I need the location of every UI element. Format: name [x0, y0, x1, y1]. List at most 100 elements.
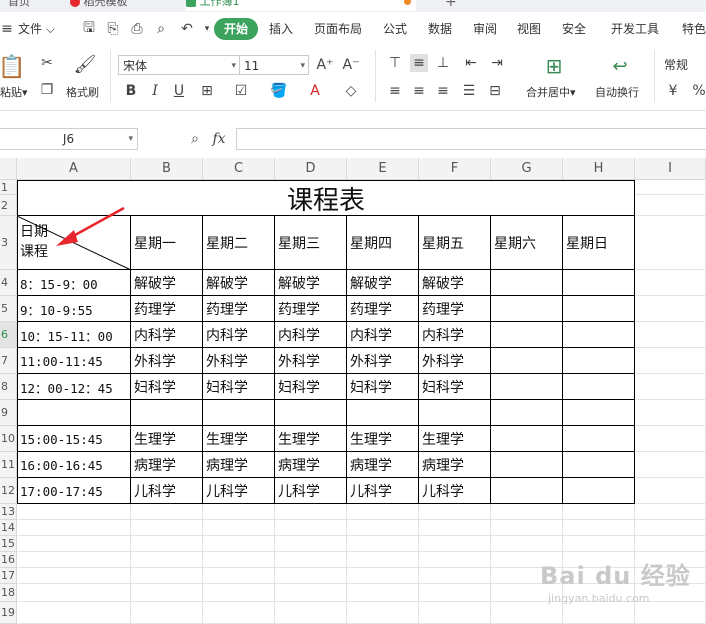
- course-cell[interactable]: 妇科学: [203, 374, 275, 400]
- course-cell[interactable]: [563, 322, 635, 348]
- clear-icon[interactable]: ◇: [342, 82, 360, 100]
- border-icon[interactable]: ⊞: [198, 82, 216, 100]
- course-cell[interactable]: [491, 452, 563, 478]
- merge-center-icon[interactable]: ⊞: [542, 54, 566, 78]
- course-cell[interactable]: 生理学: [347, 426, 419, 452]
- merge-center-button[interactable]: 合并居中▾: [526, 84, 576, 100]
- course-cell[interactable]: 儿科学: [203, 478, 275, 504]
- course-cell[interactable]: 儿科学: [347, 478, 419, 504]
- row-header[interactable]: 17: [0, 568, 17, 584]
- time-cell[interactable]: 8：15-9：00: [17, 270, 131, 296]
- formula-input[interactable]: [236, 128, 706, 150]
- column-header[interactable]: I: [635, 158, 706, 180]
- tab-templates[interactable]: 稻壳模板: [70, 0, 170, 11]
- course-cell[interactable]: 药理学: [347, 296, 419, 322]
- course-cell[interactable]: 内科学: [419, 322, 491, 348]
- course-cell[interactable]: 外科学: [275, 348, 347, 374]
- course-cell[interactable]: 病理学: [419, 452, 491, 478]
- column-header[interactable]: D: [275, 158, 347, 180]
- course-cell[interactable]: 解破学: [419, 270, 491, 296]
- course-cell[interactable]: 病理学: [347, 452, 419, 478]
- day-header[interactable]: 星期四: [347, 216, 419, 270]
- name-box[interactable]: J6 ▾: [0, 128, 138, 150]
- align-middle-icon[interactable]: ≡: [410, 54, 428, 72]
- row-header[interactable]: 18: [0, 584, 17, 602]
- course-cell[interactable]: 药理学: [275, 296, 347, 322]
- percent-icon[interactable]: %: [690, 82, 706, 100]
- export-icon[interactable]: ⎘: [104, 20, 122, 38]
- time-cell[interactable]: 17:00-17:45: [17, 478, 131, 504]
- column-header[interactable]: B: [131, 158, 203, 180]
- row-header[interactable]: 8: [0, 374, 17, 400]
- select-all-corner[interactable]: [0, 158, 17, 180]
- course-cell[interactable]: 生理学: [131, 426, 203, 452]
- course-cell[interactable]: [491, 374, 563, 400]
- indent-icon[interactable]: ⇥: [488, 54, 506, 72]
- outdent-icon[interactable]: ⇤: [462, 54, 480, 72]
- italic-icon[interactable]: I: [146, 82, 164, 100]
- font-name-select[interactable]: 宋体 ▾: [118, 55, 240, 75]
- number-format-select[interactable]: 常规: [660, 55, 706, 75]
- course-cell[interactable]: 解破学: [275, 270, 347, 296]
- menu-file[interactable]: 文件 ⌵: [18, 18, 55, 40]
- increase-font-icon[interactable]: A⁺: [316, 56, 334, 74]
- course-cell[interactable]: 药理学: [419, 296, 491, 322]
- course-cell[interactable]: [563, 374, 635, 400]
- fill-color-icon[interactable]: 🪣: [270, 82, 288, 100]
- undo-icon[interactable]: ↶: [178, 20, 196, 38]
- course-cell[interactable]: [491, 322, 563, 348]
- align-right-icon[interactable]: ≡: [434, 82, 452, 100]
- row-header[interactable]: 3: [0, 216, 17, 270]
- column-header[interactable]: F: [419, 158, 491, 180]
- course-cell[interactable]: [563, 270, 635, 296]
- course-cell[interactable]: 内科学: [347, 322, 419, 348]
- time-cell[interactable]: 12：00-12：45: [17, 374, 131, 400]
- course-cell[interactable]: [491, 426, 563, 452]
- time-cell[interactable]: 10：15-11：00: [17, 322, 131, 348]
- menu-start[interactable]: 开始: [214, 18, 259, 40]
- course-cell[interactable]: [275, 400, 347, 426]
- time-cell[interactable]: [17, 400, 131, 426]
- row-header[interactable]: 19: [0, 602, 17, 624]
- course-cell[interactable]: 病理学: [131, 452, 203, 478]
- menu-data[interactable]: 数据: [428, 18, 452, 40]
- row-header[interactable]: 11: [0, 452, 17, 478]
- zoom-icon[interactable]: ⌕: [186, 130, 204, 148]
- currency-icon[interactable]: ¥: [664, 82, 682, 100]
- menu-developer[interactable]: 开发工具: [611, 18, 659, 40]
- menu-icon[interactable]: ≡: [0, 20, 14, 38]
- course-cell[interactable]: [563, 296, 635, 322]
- paste-icon[interactable]: 📋: [0, 54, 26, 80]
- cell-style-icon[interactable]: ☑: [232, 82, 250, 100]
- course-cell[interactable]: 儿科学: [131, 478, 203, 504]
- row-header[interactable]: 2: [0, 195, 17, 216]
- course-cell[interactable]: [203, 400, 275, 426]
- course-cell[interactable]: [491, 478, 563, 504]
- course-cell[interactable]: 生理学: [275, 426, 347, 452]
- course-cell[interactable]: [563, 426, 635, 452]
- menu-formula[interactable]: 公式: [383, 18, 407, 40]
- course-cell[interactable]: [563, 478, 635, 504]
- course-cell[interactable]: 妇科学: [275, 374, 347, 400]
- course-cell[interactable]: 病理学: [275, 452, 347, 478]
- course-cell[interactable]: 妇科学: [419, 374, 491, 400]
- copy-icon[interactable]: ❐: [38, 81, 56, 99]
- day-header[interactable]: 星期二: [203, 216, 275, 270]
- day-header[interactable]: 星期三: [275, 216, 347, 270]
- paste-button[interactable]: 粘贴▾: [0, 84, 28, 100]
- column-header[interactable]: E: [347, 158, 419, 180]
- format-painter-icon[interactable]: 🖌: [74, 52, 97, 76]
- row-header[interactable]: 16: [0, 552, 17, 568]
- column-header[interactable]: H: [563, 158, 635, 180]
- print-preview-icon[interactable]: ⌕: [152, 20, 170, 38]
- new-tab-icon[interactable]: +: [445, 0, 457, 10]
- course-cell[interactable]: [347, 400, 419, 426]
- course-cell[interactable]: 内科学: [275, 322, 347, 348]
- tab-home[interactable]: 首页: [8, 0, 48, 11]
- font-color-icon[interactable]: A: [306, 82, 324, 100]
- distributed-icon[interactable]: ⊟: [486, 82, 504, 100]
- course-cell[interactable]: 生理学: [419, 426, 491, 452]
- row-header[interactable]: 6: [0, 322, 17, 348]
- bold-icon[interactable]: B: [122, 82, 140, 100]
- save-icon[interactable]: 🖫: [80, 20, 98, 38]
